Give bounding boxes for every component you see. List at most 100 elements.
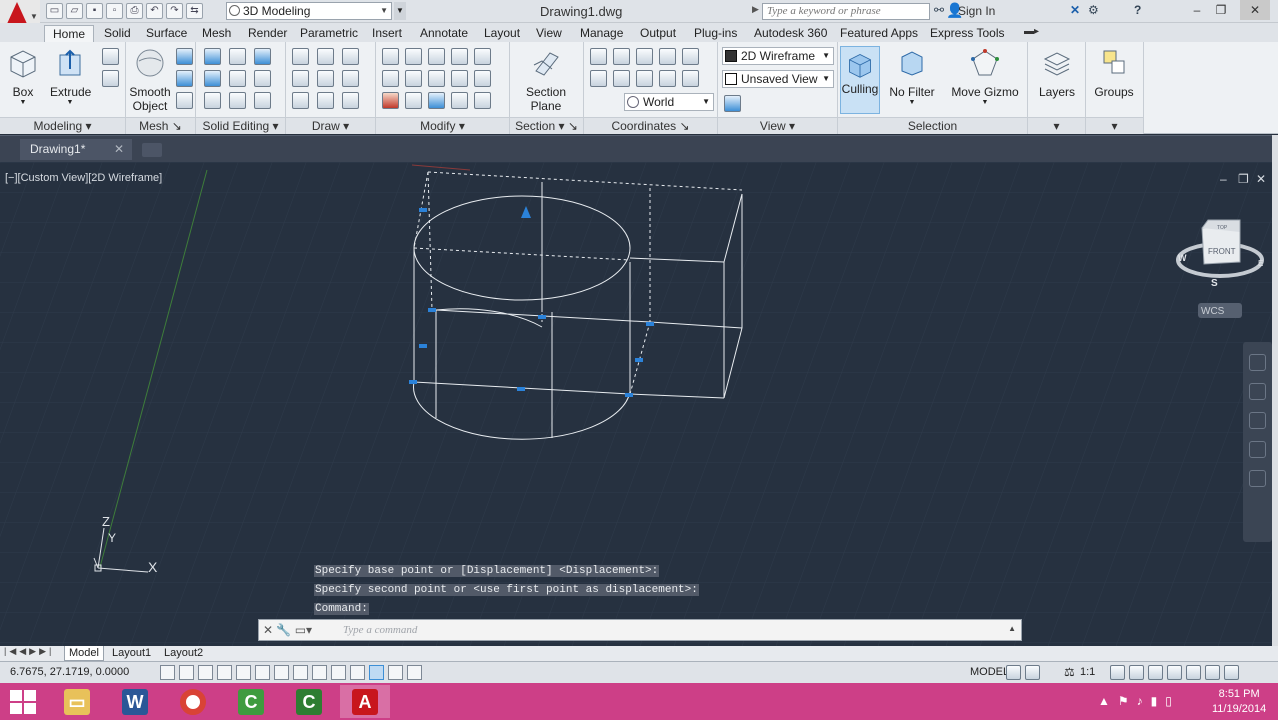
layout-nav-arrows[interactable]: |◀◀▶▶| bbox=[4, 646, 54, 657]
separate-icon[interactable] bbox=[254, 92, 271, 109]
panel-mesh-footer[interactable]: Mesh ↘ bbox=[126, 117, 195, 134]
command-line[interactable]: ✕ 🔧 ▭▾ Type a command ▲ bbox=[258, 619, 1022, 641]
tab-layout1[interactable]: Layout1 bbox=[108, 646, 155, 661]
panel-modify-footer[interactable]: Modify ▾ bbox=[376, 117, 509, 134]
quick-properties-icon[interactable] bbox=[388, 665, 403, 680]
ucs-object-icon[interactable] bbox=[590, 70, 607, 87]
tab-mesh[interactable]: Mesh bbox=[194, 25, 239, 43]
tab-solid[interactable]: Solid bbox=[96, 25, 139, 43]
exchange-icon[interactable]: ✕ bbox=[1070, 3, 1080, 17]
copy-icon[interactable] bbox=[405, 92, 422, 109]
ucs-world-dropdown[interactable]: World ▼ bbox=[624, 93, 714, 111]
loft-icon[interactable] bbox=[102, 70, 119, 87]
save-icon[interactable]: ▪ bbox=[86, 3, 103, 19]
quick-view-layouts-icon[interactable] bbox=[1006, 665, 1021, 680]
system-clock[interactable]: 8:51 PM 11/19/2014 bbox=[1212, 687, 1266, 717]
viewport-config-icon[interactable] bbox=[724, 95, 741, 112]
clean-screen-icon[interactable] bbox=[1224, 665, 1239, 680]
workspace-dropdown[interactable]: 3D Modeling ▼ bbox=[226, 2, 392, 20]
panel-draw-footer[interactable]: Draw ▾ bbox=[286, 117, 375, 134]
line-icon[interactable] bbox=[317, 70, 334, 87]
restore-button[interactable]: ❐ bbox=[1206, 0, 1236, 20]
annotation-scale[interactable]: 1:1 bbox=[1080, 666, 1095, 678]
erase-icon[interactable] bbox=[382, 92, 399, 109]
tab-featured-apps[interactable]: Featured Apps bbox=[832, 25, 926, 43]
rectangle-icon[interactable] bbox=[317, 92, 334, 109]
array-3d-icon[interactable] bbox=[405, 70, 422, 87]
extrude-button[interactable]: Extrude ▼ bbox=[50, 47, 91, 106]
viewport-minimize-icon[interactable]: – bbox=[1220, 172, 1227, 186]
lock-icon[interactable] bbox=[1167, 665, 1182, 680]
ucs-3point-icon[interactable] bbox=[659, 48, 676, 65]
3d-object-snap-icon[interactable] bbox=[274, 665, 289, 680]
steering-wheel-icon[interactable] bbox=[1249, 354, 1266, 371]
help-menu-icon[interactable]: ⚙ bbox=[1088, 3, 1099, 17]
selection-cycling-icon[interactable] bbox=[407, 665, 422, 680]
taskbar-chrome[interactable] bbox=[168, 685, 218, 718]
taskbar-word[interactable]: W bbox=[110, 685, 160, 718]
taskbar-autocad[interactable]: A bbox=[340, 685, 390, 718]
move-icon[interactable] bbox=[428, 48, 445, 65]
undo-icon[interactable]: ↶ bbox=[146, 3, 163, 19]
close-icon[interactable]: ✕ bbox=[114, 139, 124, 160]
binoculars-icon[interactable]: ⚯ bbox=[934, 3, 944, 17]
tab-plug-ins[interactable]: Plug-ins bbox=[686, 25, 745, 43]
polyline-icon[interactable] bbox=[292, 48, 309, 65]
box-button[interactable]: Box ▼ bbox=[6, 47, 40, 106]
tab-surface[interactable]: Surface bbox=[138, 25, 195, 43]
new-drawing-tab-button[interactable] bbox=[142, 143, 162, 157]
ucs-previous-icon[interactable] bbox=[613, 70, 630, 87]
align-icon[interactable] bbox=[382, 70, 399, 87]
panel-groups-footer[interactable]: ▾ bbox=[1086, 117, 1143, 134]
tab-autodesk-360[interactable]: Autodesk 360 bbox=[746, 25, 835, 43]
extract-edges-icon[interactable] bbox=[254, 48, 271, 65]
pan-icon[interactable] bbox=[1249, 383, 1266, 400]
tab-parametric[interactable]: Parametric bbox=[292, 25, 366, 43]
trim-icon[interactable] bbox=[474, 48, 491, 65]
workspace-switching-icon[interactable] bbox=[1148, 665, 1163, 680]
chevron-up-icon[interactable]: ▲ bbox=[1008, 624, 1016, 633]
share-icon[interactable]: ⇆ bbox=[186, 3, 203, 19]
no-filter-button[interactable]: No Filter ▼ bbox=[888, 47, 936, 106]
slice-icon[interactable] bbox=[229, 48, 246, 65]
isolate-objects-icon[interactable] bbox=[1205, 665, 1220, 680]
snap-mode-icon[interactable] bbox=[179, 665, 194, 680]
interfere-icon[interactable] bbox=[229, 70, 246, 87]
presspull-icon[interactable] bbox=[102, 48, 119, 65]
mirror-icon[interactable] bbox=[451, 48, 468, 65]
coordinates-readout[interactable]: 6.7675, 27.1719, 0.0000 bbox=[10, 666, 129, 678]
search-input[interactable]: Type a keyword or phrase bbox=[762, 3, 930, 20]
panel-view-footer[interactable]: View ▾ bbox=[718, 117, 837, 134]
refine-mesh-icon[interactable] bbox=[176, 92, 193, 109]
wrench-icon[interactable]: 🔧 bbox=[276, 623, 291, 637]
ribbon-display-toggle-icon[interactable]: ▬▸ bbox=[1024, 26, 1039, 37]
subtract-icon[interactable] bbox=[204, 70, 221, 87]
viewport-restore-icon[interactable]: ❐ bbox=[1238, 172, 1249, 186]
panel-solid-editing-footer[interactable]: Solid Editing ▾ bbox=[196, 117, 285, 134]
infer-constraints-icon[interactable] bbox=[160, 665, 175, 680]
spline-icon[interactable] bbox=[292, 70, 309, 87]
help-icon[interactable]: ? bbox=[1134, 3, 1141, 17]
transparency-icon[interactable] bbox=[369, 665, 384, 680]
viewport-controls-label[interactable]: [−][Custom View][2D Wireframe] bbox=[5, 172, 162, 184]
taskbar-camtasia[interactable]: C bbox=[226, 685, 276, 718]
culling-button[interactable]: Culling bbox=[840, 46, 880, 114]
smooth-more-icon[interactable] bbox=[176, 48, 193, 65]
panel-coordinates-footer[interactable]: Coordinates ↘ bbox=[584, 117, 717, 134]
model-space-toggle[interactable]: MODEL bbox=[970, 666, 1009, 678]
close-button[interactable]: ✕ bbox=[1240, 0, 1270, 20]
ucs-y-icon[interactable] bbox=[659, 70, 676, 87]
taskbar-camtasia-recorder[interactable]: C bbox=[284, 685, 334, 718]
stretch-icon[interactable] bbox=[428, 92, 445, 109]
drawing-viewport[interactable]: Z Y X TOP FRONT W S E WCS [−][Custom Vie… bbox=[0, 162, 1272, 646]
viewport-close-icon[interactable]: ✕ bbox=[1256, 172, 1266, 186]
new-file-icon[interactable]: ▭ bbox=[46, 3, 63, 19]
customize-toolbar-button[interactable]: ▼ bbox=[394, 2, 406, 20]
circle-icon[interactable] bbox=[342, 70, 359, 87]
arc-icon[interactable] bbox=[317, 48, 334, 65]
annotation-scale-icon[interactable]: ⚖ bbox=[1064, 665, 1075, 679]
ucs-origin-icon[interactable] bbox=[636, 48, 653, 65]
auto-scale-icon[interactable] bbox=[1129, 665, 1144, 680]
document-tab[interactable]: Drawing1* ✕ bbox=[20, 139, 132, 160]
tab-annotate[interactable]: Annotate bbox=[412, 25, 476, 43]
